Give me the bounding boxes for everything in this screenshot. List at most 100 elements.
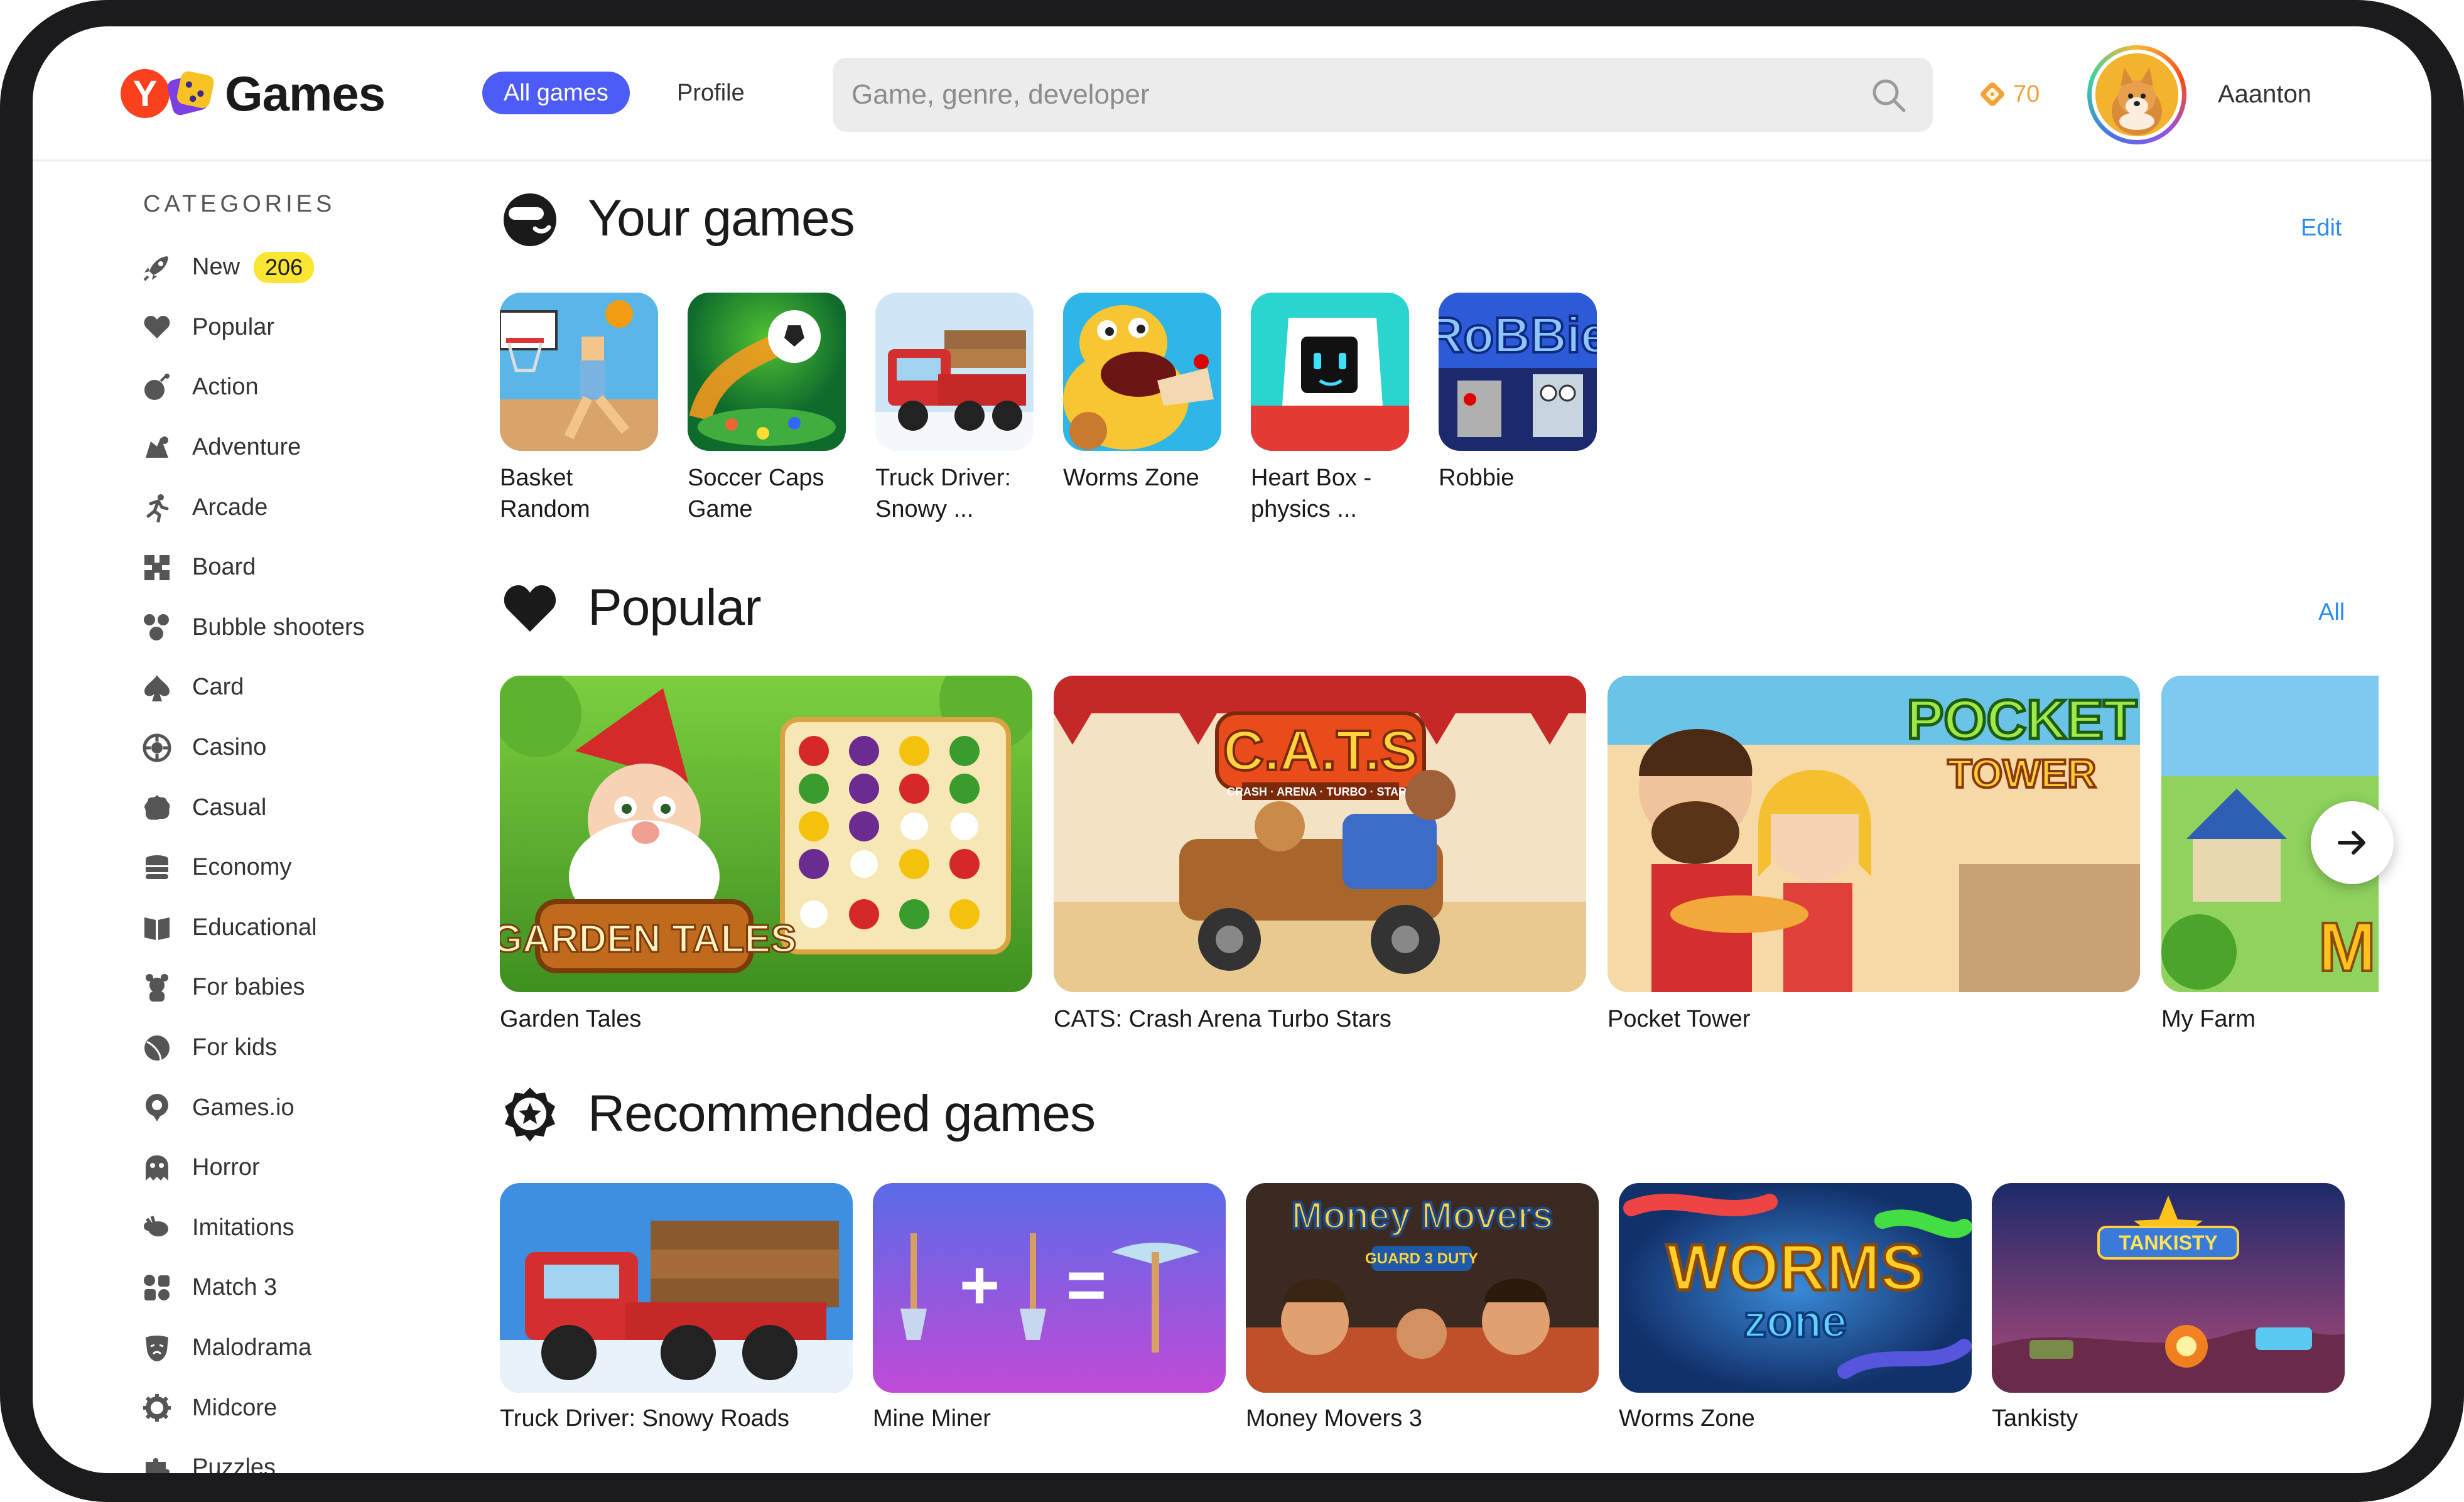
sidebar-item-bubble-shooters[interactable]: Bubble shooters: [139, 598, 466, 658]
game-card[interactable]: Worms Zone: [1063, 293, 1221, 494]
game-card[interactable]: GARDEN TALES Garden Tales: [500, 676, 1032, 1033]
book-icon: [139, 910, 175, 945]
garden-tales-logo: GARDEN TALES: [500, 917, 796, 961]
sidebar-item-label: Casual: [192, 794, 267, 821]
sidebar-item-horror[interactable]: Horror: [139, 1138, 466, 1198]
coin-balance[interactable]: 70: [1978, 75, 2040, 113]
sidebar-item-label: Board: [192, 554, 256, 581]
game-title[interactable]: Tankisty: [1992, 1405, 2345, 1432]
game-card[interactable]: Soccer Caps Game: [688, 293, 846, 525]
pocket-tower-logo-2: TOWER: [1947, 751, 2096, 796]
bomb-icon: [139, 370, 175, 405]
edit-link[interactable]: Edit: [2301, 215, 2342, 242]
game-thumbnail[interactable]: [688, 293, 846, 451]
top-header: Y Games All games Profile Game, genre, d…: [33, 26, 2431, 161]
game-card[interactable]: Truck Driver: Snowy Roads: [500, 1183, 853, 1432]
game-thumbnail[interactable]: RoBBie: [1439, 293, 1597, 451]
sidebar-item-educational[interactable]: Educational: [139, 898, 466, 958]
sidebar-item-for-babies[interactable]: For babies: [139, 958, 466, 1018]
game-card[interactable]: WORMS zone Worms Zone: [1619, 1183, 1972, 1432]
sidebar-item-malodrama[interactable]: Malodrama: [139, 1318, 466, 1378]
sidebar-item-puzzles[interactable]: Puzzles: [139, 1438, 466, 1473]
game-title[interactable]: Mine Miner: [873, 1405, 1226, 1432]
all-link[interactable]: All: [2318, 599, 2345, 626]
sidebar-item-arcade[interactable]: Arcade: [139, 477, 466, 538]
dog-avatar-image: [2095, 53, 2178, 136]
game-title[interactable]: My Farm: [2161, 1006, 2384, 1033]
game-title[interactable]: Worms Zone: [1619, 1405, 1972, 1432]
sidebar-item-casino[interactable]: Casino: [139, 718, 466, 778]
runner-icon: [139, 490, 175, 525]
game-card[interactable]: RoBBie Robbie: [1439, 293, 1597, 494]
search-input[interactable]: [851, 58, 1844, 132]
search-icon[interactable]: [1870, 77, 1908, 114]
svg-text:+: +: [959, 1246, 1000, 1324]
game-thumbnail[interactable]: [1063, 293, 1221, 451]
sidebar-item-card[interactable]: Card: [139, 657, 466, 718]
sidebar-item-board[interactable]: Board: [139, 538, 466, 598]
sidebar-item-label: Card: [192, 674, 244, 701]
game-card[interactable]: Money Movers GUARD 3 DUTY Money Movers 3: [1246, 1183, 1599, 1432]
categories-title: CATEGORIES: [143, 191, 336, 217]
username[interactable]: Aaanton: [2218, 75, 2311, 113]
sidebar-item-adventure[interactable]: Adventure: [139, 418, 466, 478]
game-card[interactable]: Heart Box - physics ...: [1251, 293, 1409, 525]
game-thumbnail[interactable]: TANKISTY: [1992, 1183, 2345, 1393]
goat-icon: [139, 1210, 175, 1245]
sidebar-item-label: Puzzles: [192, 1454, 276, 1473]
game-thumbnail[interactable]: + =: [873, 1183, 1226, 1393]
match-icon: [139, 1270, 175, 1305]
game-title[interactable]: CATS: Crash Arena Turbo Stars: [1054, 1006, 1586, 1033]
game-title[interactable]: Basket Random: [500, 462, 658, 525]
game-thumbnail[interactable]: [1251, 293, 1409, 451]
game-thumbnail[interactable]: GARDEN TALES: [500, 676, 1032, 992]
money-movers-subtitle: GUARD 3 DUTY: [1365, 1250, 1478, 1267]
game-card[interactable]: TANKISTY Tankisty: [1992, 1183, 2345, 1432]
avatar[interactable]: [2087, 45, 2186, 144]
game-title[interactable]: Heart Box - physics ...: [1251, 462, 1409, 525]
sidebar-item-imitations[interactable]: Imitations: [139, 1198, 466, 1258]
game-thumbnail[interactable]: POCKET TOWER: [1608, 676, 2140, 992]
sidebar-item-games-io[interactable]: Games.io: [139, 1078, 466, 1138]
logo-text: Games: [225, 65, 386, 121]
game-title[interactable]: Soccer Caps Game: [688, 462, 846, 525]
game-thumbnail[interactable]: C.A.T.S CRASH · ARENA · TURBO · STARS: [1054, 676, 1586, 992]
sidebar-item-for-kids[interactable]: For kids: [139, 1018, 466, 1078]
game-title[interactable]: Robbie: [1439, 462, 1597, 494]
game-thumbnail[interactable]: [500, 293, 658, 451]
game-title[interactable]: Worms Zone: [1063, 462, 1221, 494]
game-card[interactable]: + = Mine Miner: [873, 1183, 1226, 1432]
game-thumbnail[interactable]: [500, 1183, 853, 1393]
game-title[interactable]: Money Movers 3: [1246, 1405, 1599, 1432]
sidebar-item-action[interactable]: Action: [139, 357, 466, 418]
game-thumbnail[interactable]: WORMS zone: [1619, 1183, 1972, 1393]
carousel-next-button[interactable]: [2311, 801, 2394, 884]
sidebar-item-casual[interactable]: Casual: [139, 777, 466, 838]
ball-icon: [139, 1030, 175, 1066]
search-bar[interactable]: [833, 58, 1933, 132]
game-title[interactable]: Truck Driver: Snowy ...: [875, 462, 1034, 525]
sidebar-item-popular[interactable]: Popular: [139, 298, 466, 358]
coins-icon: [139, 850, 175, 885]
sidebar-item-label: Horror: [192, 1154, 260, 1181]
logo[interactable]: Y Games: [121, 65, 386, 122]
sidebar-item-midcore[interactable]: Midcore: [139, 1378, 466, 1438]
drama-icon: [139, 1330, 175, 1365]
game-card[interactable]: Basket Random: [500, 293, 658, 525]
game-card[interactable]: C.A.T.S CRASH · ARENA · TURBO · STARS CA…: [1054, 676, 1586, 1033]
sidebar-item-label: Adventure: [192, 434, 301, 461]
game-thumbnail[interactable]: Money Movers GUARD 3 DUTY: [1246, 1183, 1599, 1393]
sidebar-item-match-3[interactable]: Match 3: [139, 1258, 466, 1318]
sidebar-item-new[interactable]: New 206: [139, 237, 466, 298]
game-card[interactable]: POCKET TOWER Pocket Tower: [1608, 676, 2140, 1033]
nav-all-games[interactable]: All games: [482, 72, 630, 114]
chip-icon: [139, 730, 175, 765]
nav-profile[interactable]: Profile: [677, 72, 745, 114]
game-title[interactable]: Garden Tales: [500, 1006, 1032, 1033]
sidebar-item-economy[interactable]: Economy: [139, 838, 466, 898]
game-card[interactable]: Truck Driver: Snowy ...: [875, 293, 1034, 525]
coin-count: 70: [2013, 80, 2040, 107]
game-title[interactable]: Truck Driver: Snowy Roads: [500, 1405, 853, 1432]
game-thumbnail[interactable]: [875, 293, 1034, 451]
game-title[interactable]: Pocket Tower: [1608, 1006, 2140, 1033]
